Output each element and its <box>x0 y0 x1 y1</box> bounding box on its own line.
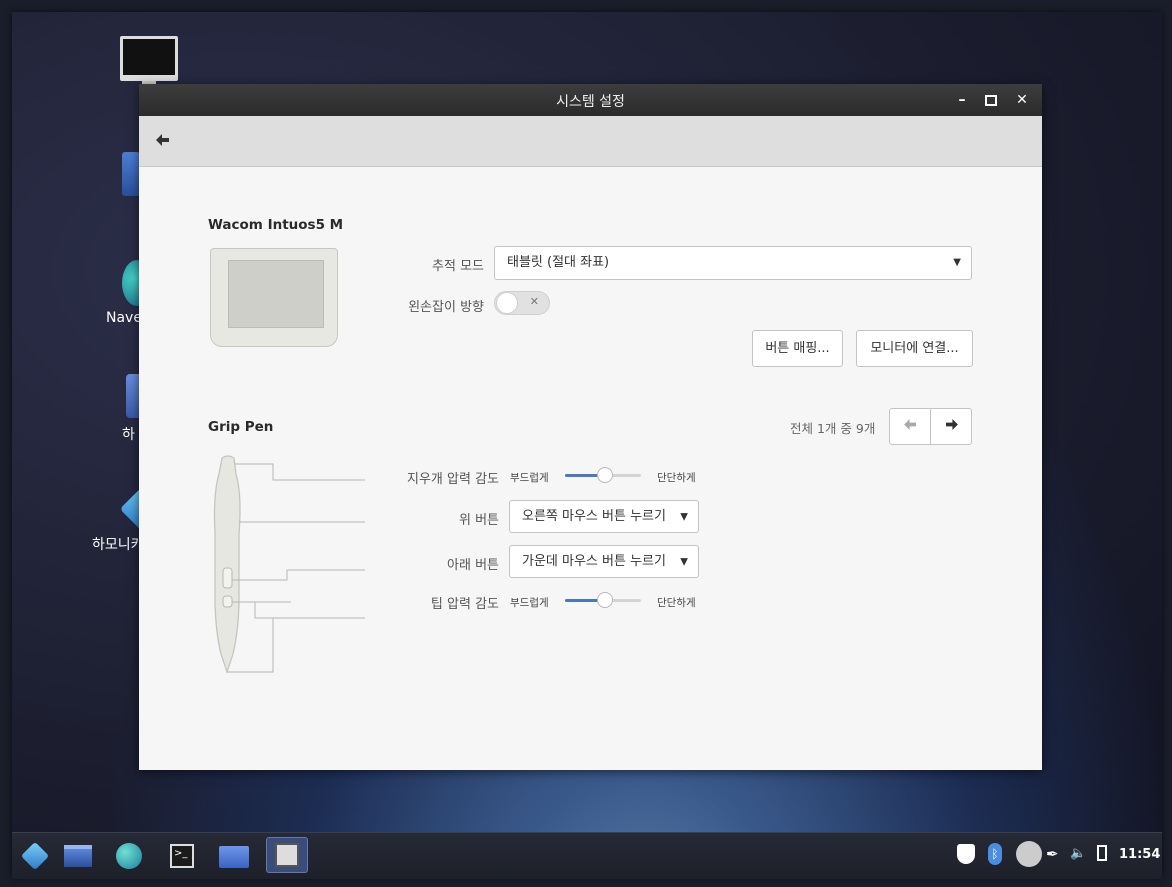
close-button[interactable]: ✕ <box>1011 89 1033 111</box>
upper-button-value: 오른쪽 마우스 버튼 누르기 <box>522 509 666 524</box>
lower-button-select[interactable]: 가운데 마우스 버튼 누르기 ▼ <box>509 545 699 578</box>
harmonica-menu-icon <box>20 841 50 871</box>
back-button[interactable] <box>153 132 173 150</box>
user-avatar-icon[interactable] <box>1016 841 1042 867</box>
eraser-firm-label: 단단하게 <box>657 472 696 484</box>
arrow-left-icon <box>903 419 916 430</box>
header-bar <box>139 116 1042 167</box>
browser-icon <box>116 843 142 869</box>
dropdown-arrow-icon: ▼ <box>680 556 688 567</box>
show-desktop-button[interactable] <box>64 841 94 871</box>
dropdown-arrow-icon: ▼ <box>953 257 961 268</box>
switch-off-icon: ✕ <box>529 295 539 308</box>
lower-button-label: 아래 버튼 <box>447 558 499 573</box>
monitor-icon <box>120 36 178 81</box>
tip-pressure-label: 팁 압력 감도 <box>430 597 499 612</box>
maximize-button[interactable] <box>980 89 1002 111</box>
settings-icon <box>275 843 299 867</box>
minimize-button[interactable]: – <box>951 89 973 111</box>
security-tray-icon[interactable] <box>957 844 975 864</box>
arrow-left-icon <box>156 134 169 146</box>
lower-button-value: 가운데 마우스 버튼 누르기 <box>522 554 666 569</box>
harmonica-menu-button[interactable] <box>20 841 50 871</box>
upper-button-label: 위 버튼 <box>458 513 499 528</box>
eraser-pressure-label: 지우개 압력 감도 <box>407 472 499 487</box>
tablet-image <box>210 248 338 347</box>
slider-handle[interactable] <box>596 592 613 608</box>
left-handed-switch[interactable]: ✕ <box>494 291 550 315</box>
eraser-pressure-slider[interactable] <box>565 467 641 483</box>
maximize-icon <box>985 95 997 106</box>
terminal-icon: >_ <box>170 844 194 868</box>
volume-icon[interactable]: 🔈 <box>1070 846 1086 861</box>
tracking-mode-value: 태블릿 (절대 좌표) <box>507 255 610 270</box>
dropdown-arrow-icon: ▼ <box>680 511 688 522</box>
tablet-name: Wacom Intuos5 M <box>208 217 344 233</box>
battery-icon[interactable] <box>1097 845 1107 861</box>
arrow-right-icon <box>945 419 958 430</box>
eraser-soft-label: 부드럽게 <box>510 472 549 484</box>
previous-stylus-button[interactable] <box>889 408 931 445</box>
slider-handle[interactable] <box>596 467 613 483</box>
settings-taskbar-button[interactable] <box>266 837 308 873</box>
tip-firm-label: 단단하게 <box>657 597 696 609</box>
tip-soft-label: 부드럽게 <box>510 597 549 609</box>
pen-diagram <box>213 455 365 675</box>
tracking-mode-label: 추적 모드 <box>432 259 484 274</box>
map-monitor-button[interactable]: 모니터에 연결... <box>856 330 973 367</box>
settings-window: 시스템 설정 – ✕ Wacom Intuos5 M 추적 모드 태블릿 (절대… <box>139 84 1042 770</box>
stylus-name: Grip Pen <box>208 419 274 435</box>
left-handed-label: 왼손잡이 방향 <box>408 300 484 315</box>
map-buttons-button[interactable]: 버튼 매핑... <box>752 330 843 367</box>
stylus-pager-text: 전체 1개 중 9개 <box>790 421 876 436</box>
pen-tray-icon[interactable]: ✒ <box>1046 845 1059 863</box>
document-icon <box>122 152 140 196</box>
window-titlebar[interactable]: 시스템 설정 – ✕ <box>139 84 1042 116</box>
files-button[interactable] <box>219 841 249 871</box>
window-icon <box>64 845 92 867</box>
next-stylus-button[interactable] <box>930 408 972 445</box>
browser-button[interactable] <box>114 841 144 871</box>
taskbar: >_ ᛒ ✒ 🔈 11:54 <box>12 832 1162 879</box>
files-icon <box>219 846 249 868</box>
upper-button-select[interactable]: 오른쪽 마우스 버튼 누르기 ▼ <box>509 500 699 533</box>
terminal-button[interactable]: >_ <box>167 841 197 871</box>
tracking-mode-select[interactable]: 태블릿 (절대 좌표) ▼ <box>494 246 972 280</box>
tip-pressure-slider[interactable] <box>565 592 641 608</box>
bluetooth-icon[interactable]: ᛒ <box>988 843 1002 865</box>
clock[interactable]: 11:54 <box>1119 847 1160 862</box>
window-title: 시스템 설정 <box>556 94 625 110</box>
